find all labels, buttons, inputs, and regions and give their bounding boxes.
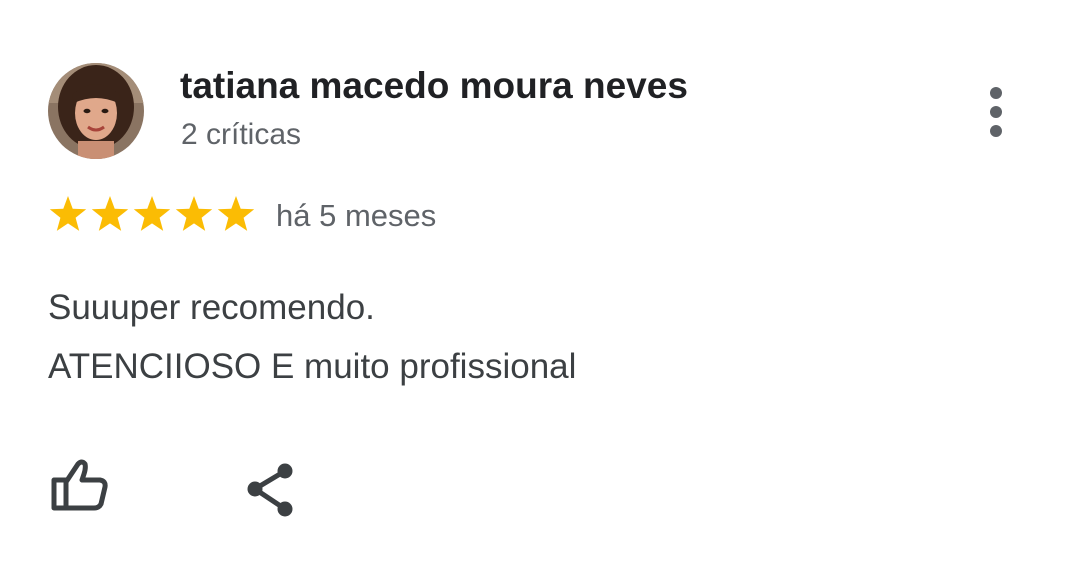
share-icon <box>247 463 293 517</box>
review-text-line: Suuuper recomendo. <box>48 288 375 327</box>
star-icon <box>175 196 213 231</box>
star-icon <box>91 196 129 231</box>
review-date: há 5 meses <box>276 198 437 233</box>
reviewer-avatar[interactable] <box>48 63 144 159</box>
star-icon <box>217 196 255 231</box>
star-icon <box>133 196 171 231</box>
avatar-photo <box>48 63 144 159</box>
review-text: Suuuper recomendo. ATENCIIOSO E muito pr… <box>48 278 576 396</box>
share-button[interactable] <box>238 458 302 520</box>
thumbs-up-icon <box>51 459 108 511</box>
review-card: tatiana macedo moura neves 2 críticas há… <box>0 0 1080 577</box>
reviewer-name[interactable]: tatiana macedo moura neves <box>180 64 688 108</box>
like-button[interactable] <box>44 456 112 518</box>
review-text-line: ATENCIIOSO E muito profissional <box>48 347 577 386</box>
reviewer-review-count: 2 críticas <box>181 118 302 151</box>
more-options-button[interactable] <box>972 80 1020 144</box>
star-icon <box>49 196 87 231</box>
